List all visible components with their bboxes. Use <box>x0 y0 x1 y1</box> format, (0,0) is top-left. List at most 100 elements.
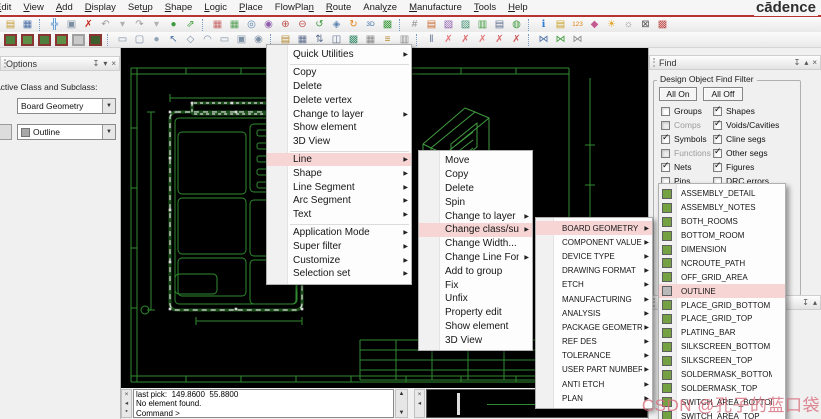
find-filter-checkbox[interactable]: ✓Functions <box>661 146 711 160</box>
toolbar-icon[interactable] <box>416 33 420 46</box>
zoom-previous-icon[interactable]: ↺ <box>312 18 327 31</box>
unrats-component-icon[interactable]: ✗ <box>492 33 507 46</box>
scroll-up-icon[interactable]: ▲ <box>399 391 405 397</box>
highlight-brush-icon[interactable]: ◆ <box>587 18 602 31</box>
move-icon[interactable]: ╬ <box>47 18 62 31</box>
undo-list-icon[interactable]: ▾ <box>115 18 130 31</box>
menu-item[interactable]: BOTTOM_ROOM <box>659 229 785 243</box>
view-3d-icon[interactable]: 3D <box>363 18 378 31</box>
all-on-button[interactable]: All On <box>659 87 697 101</box>
pin-icon[interactable]: ↧ <box>802 296 809 309</box>
chevron-down-icon[interactable]: ▼ <box>102 125 115 139</box>
redo-icon[interactable]: ↷ <box>132 18 147 31</box>
subclass-selector[interactable]: Outline ▼ <box>17 124 116 140</box>
unrats-all-icon[interactable]: ✗ <box>509 33 524 46</box>
find-filter-checkbox[interactable]: ✓Comps <box>661 118 711 132</box>
assign-color-icon[interactable]: ▩ <box>655 18 670 31</box>
show-measure-icon[interactable]: 123 <box>570 18 585 31</box>
collapse-icon[interactable]: ▴ <box>813 296 817 309</box>
menu-item[interactable]: 3D View <box>267 135 411 149</box>
menu-item[interactable]: DEVICE TYPE ▶ <box>536 249 652 263</box>
toolbar-icon[interactable] <box>107 33 111 46</box>
menu-item[interactable]: ANALYSIS ▶ <box>536 306 652 320</box>
menu-item[interactable]: Delete <box>267 80 411 94</box>
shape-circle-icon[interactable]: ● <box>149 33 164 46</box>
menu-item[interactable]: Unfix <box>419 292 532 306</box>
menu-item[interactable]: Quick Utilities ▶ <box>267 48 411 62</box>
menu-item[interactable]: ASSEMBLY_DETAIL <box>659 187 785 201</box>
show-properties-icon[interactable]: ▤ <box>553 18 568 31</box>
menubar-item[interactable]: Edit <box>0 1 17 14</box>
select-cursor-icon[interactable]: ↖ <box>166 33 181 46</box>
menu-item[interactable]: Spin <box>419 195 532 209</box>
toolbar-icon[interactable] <box>39 18 43 31</box>
toolbar-icon[interactable] <box>202 18 206 31</box>
checkbox[interactable]: ✓ <box>713 104 722 116</box>
menu-item[interactable]: Line ▶ <box>267 152 411 167</box>
menubar-item[interactable]: Help <box>502 1 534 14</box>
find-filter-checkbox[interactable]: ✓ Shapes <box>713 104 779 118</box>
close-icon[interactable]: × <box>125 391 129 398</box>
menu-item[interactable]: Application Mode ▶ <box>267 226 411 240</box>
shape-filled-rect-icon[interactable]: ▣ <box>234 33 249 46</box>
toolbar-icon[interactable] <box>528 33 532 46</box>
collapse-icon[interactable]: ▴ <box>804 56 808 69</box>
menubar-item[interactable]: Shape <box>159 1 198 14</box>
menu-item[interactable]: ASSEMBLY_NOTES <box>659 201 785 215</box>
menubar-item[interactable]: Tools <box>468 1 502 14</box>
find-filter-checkbox[interactable]: ✓ Nets <box>661 160 711 174</box>
checkbox[interactable]: ✓ <box>661 132 670 144</box>
visibility-swatch-4[interactable] <box>55 33 68 46</box>
find-filter-checkbox[interactable]: ✓ Cline segs <box>713 132 779 146</box>
layers-icon[interactable]: ▤ <box>492 18 507 31</box>
visibility-swatch-6[interactable] <box>89 33 102 46</box>
unrats-net-icon[interactable]: ✗ <box>458 33 473 46</box>
menu-item[interactable]: OUTLINE <box>659 284 785 299</box>
shape-polygon-icon[interactable]: ◇ <box>183 33 198 46</box>
menu-item[interactable]: MANUFACTURING ▶ <box>536 292 652 306</box>
menu-item[interactable]: BOARD GEOMETRY ▶ <box>536 221 652 236</box>
save-icon[interactable]: ▦ <box>20 18 35 31</box>
menu-item[interactable]: SOLDERMASK_BOTTOM <box>659 368 785 382</box>
find-panel-titlebar[interactable]: Find ↧ ▴ × <box>649 55 821 70</box>
menu-item[interactable]: PLATING_BAR <box>659 326 785 340</box>
menu-item[interactable]: Customize ▶ <box>267 253 411 267</box>
zoom-points-icon[interactable]: ◎ <box>244 18 259 31</box>
subclass-visibility-toggle[interactable] <box>0 124 12 140</box>
rats-grid-icon[interactable]: ▦ <box>227 18 242 31</box>
menu-item[interactable]: Delete vertex <box>267 93 411 107</box>
menu-item[interactable]: Arc Segment ▶ <box>267 194 411 208</box>
console-scrollbar[interactable]: ▲ ▼ <box>395 389 408 418</box>
grid-toggle-icon[interactable]: # <box>407 18 422 31</box>
zoom-out-icon[interactable]: ⊖ <box>295 18 310 31</box>
color192-icon[interactable]: ▧ <box>441 18 456 31</box>
menu-item[interactable]: Selection set ▶ <box>267 267 411 281</box>
menubar-item[interactable]: Logic <box>198 1 233 14</box>
menu-item[interactable]: SILKSCREEN_BOTTOM <box>659 340 785 354</box>
shape-void-icon[interactable]: ◉ <box>251 33 266 46</box>
menu-item[interactable]: Shape ▶ <box>267 166 411 180</box>
menu-item[interactable]: REF DES ▶ <box>536 335 652 349</box>
menu-item[interactable]: Fix <box>419 278 532 292</box>
find-filter-checkbox[interactable]: ✓ Figures <box>713 160 779 174</box>
menu-item[interactable]: NCROUTE_PATH <box>659 256 785 270</box>
scroll-down-icon[interactable]: ▼ <box>399 410 405 416</box>
all-off-button[interactable]: All Off <box>703 87 743 101</box>
menubar-item[interactable]: Add <box>50 1 79 14</box>
collapse-left-icon[interactable]: ◂ <box>418 399 421 407</box>
menu-item[interactable]: TOLERANCE ▶ <box>536 349 652 363</box>
find-filter-checkbox[interactable]: ✓ Other segs <box>713 146 779 160</box>
menu-item[interactable]: Property edit <box>419 306 532 320</box>
menu-item[interactable]: OFF_GRID_AREA <box>659 270 785 284</box>
close-icon[interactable]: × <box>812 56 817 69</box>
rats-component-icon[interactable]: ✗ <box>475 33 490 46</box>
redo-list-icon[interactable]: ▾ <box>149 18 164 31</box>
rats-pair-icon[interactable]: ‖ <box>424 33 439 46</box>
class-selector[interactable]: Board Geometry ▼ <box>17 98 116 114</box>
close-icon[interactable]: × <box>418 391 422 398</box>
redraw-icon[interactable]: ↻ <box>346 18 361 31</box>
menu-item[interactable]: Change to layer ▶ <box>267 107 411 121</box>
menu-item[interactable]: USER PART NUMBER ▶ <box>536 363 652 377</box>
shadow-mode-icon[interactable]: ▨ <box>458 18 473 31</box>
zoom-fit-icon[interactable]: ◉ <box>261 18 276 31</box>
